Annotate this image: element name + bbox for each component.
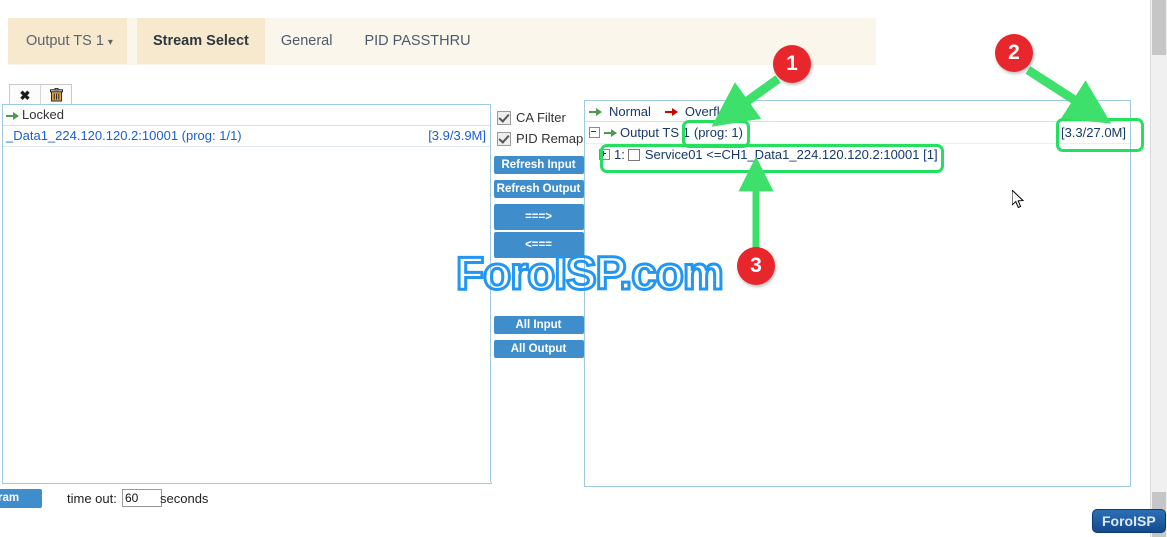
service-index-label: 1: bbox=[614, 147, 625, 162]
seconds-label: seconds bbox=[160, 491, 209, 506]
refresh-output-button[interactable]: Refresh Output bbox=[493, 180, 584, 198]
tab-pid-passthru[interactable]: PID PASSTHRU bbox=[348, 18, 486, 64]
all-input-button[interactable]: All Input bbox=[493, 316, 584, 334]
chevron-down-icon: ▾ bbox=[107, 36, 113, 48]
output-ts-dropdown-label: Output TS 1 bbox=[26, 33, 104, 49]
input-stream-panel: Locked _Data1_224.120.120.2:10001 (prog:… bbox=[2, 104, 492, 484]
tab-general[interactable]: General bbox=[265, 18, 349, 64]
input-stream-label: _Data1_224.120.120.2:10001 (prog: 1/1) bbox=[6, 128, 242, 143]
tab-gap bbox=[126, 18, 137, 64]
annotation-marker-2: 2 bbox=[995, 34, 1033, 72]
ca-filter-label: CA Filter bbox=[516, 110, 566, 125]
pid-remap-checkbox[interactable] bbox=[497, 131, 511, 146]
normal-arrow-icon bbox=[589, 107, 603, 117]
arrow-right-green-icon bbox=[6, 111, 20, 121]
legend-normal-label: Normal bbox=[609, 104, 651, 119]
control-column-spacer bbox=[491, 258, 586, 310]
control-column: CA Filter PID Remap Refresh Input Refres… bbox=[490, 104, 587, 482]
timeout-label: time out: bbox=[67, 491, 117, 506]
tab-stream-select[interactable]: Stream Select bbox=[136, 18, 265, 64]
legend-row: Normal Overflow bbox=[585, 101, 1130, 122]
collapse-toggle-icon[interactable] bbox=[589, 127, 600, 138]
output-ts-root-prog: (prog: 1) bbox=[693, 125, 743, 140]
legend-overflow-label: Overflow bbox=[684, 104, 737, 119]
all-output-button[interactable]: All Output bbox=[493, 340, 584, 358]
delete-button[interactable] bbox=[41, 85, 71, 105]
service-row[interactable]: 1: Service01 <=CH1_Data1_224.120.120.2:1… bbox=[585, 144, 1130, 165]
refresh-input-button[interactable]: Refresh Input bbox=[493, 156, 584, 174]
output-ts-root-label: Output TS 1 bbox=[620, 125, 690, 140]
service-checkbox[interactable] bbox=[627, 148, 640, 161]
panel-toolbar: ✖ bbox=[9, 84, 72, 106]
ca-filter-row[interactable]: CA Filter bbox=[491, 110, 586, 125]
add-to-output-button[interactable]: ===> bbox=[493, 204, 584, 230]
output-ts-root-bandwidth: [3.3/27.0M] bbox=[1060, 125, 1126, 140]
output-ts-dropdown[interactable]: Output TS 1 ▾ bbox=[8, 18, 127, 64]
output-stream-panel: Normal Overflow Output TS 1 (prog: 1) [3… bbox=[584, 100, 1131, 487]
tab-bar: Output TS 1 ▾ Stream Select General PID … bbox=[8, 18, 876, 65]
close-icon: ✖ bbox=[19, 87, 31, 103]
program-button[interactable]: gram bbox=[0, 489, 42, 508]
expand-toggle-icon[interactable] bbox=[599, 149, 610, 160]
page-scrollbar-thumb[interactable] bbox=[1152, 0, 1166, 55]
mouse-cursor-icon bbox=[1012, 190, 1025, 209]
service-name-label: Service01 <=CH1_Data1_224.120.120.2:1000… bbox=[644, 147, 938, 162]
page-scrollbar[interactable] bbox=[1150, 0, 1167, 537]
ca-filter-checkbox[interactable] bbox=[497, 110, 511, 125]
trash-icon bbox=[49, 88, 63, 102]
remove-from-output-button[interactable]: <=== bbox=[493, 232, 584, 258]
input-stream-bandwidth: [3.9/3.9M] bbox=[428, 128, 486, 143]
pid-remap-label: PID Remap bbox=[516, 131, 584, 146]
close-button[interactable]: ✖ bbox=[10, 85, 41, 105]
locked-header-row: Locked bbox=[3, 105, 491, 126]
timeout-input[interactable] bbox=[122, 489, 162, 507]
output-ts-tree-root[interactable]: Output TS 1 (prog: 1) [3.3/27.0M] bbox=[585, 122, 1130, 144]
locked-header-label: Locked bbox=[22, 107, 64, 122]
input-stream-row[interactable]: _Data1_224.120.120.2:10001 (prog: 1/1) [… bbox=[3, 126, 491, 147]
overflow-arrow-icon bbox=[664, 107, 679, 117]
app-screenshot: Output TS 1 ▾ Stream Select General PID … bbox=[0, 0, 1167, 537]
annotation-marker-1: 1 bbox=[773, 45, 811, 83]
foroisp-badge: ForoISP bbox=[1092, 509, 1166, 533]
annotation-marker-3: 3 bbox=[737, 247, 775, 285]
arrow-right-green-icon bbox=[604, 128, 618, 138]
pid-remap-row[interactable]: PID Remap bbox=[491, 131, 586, 146]
